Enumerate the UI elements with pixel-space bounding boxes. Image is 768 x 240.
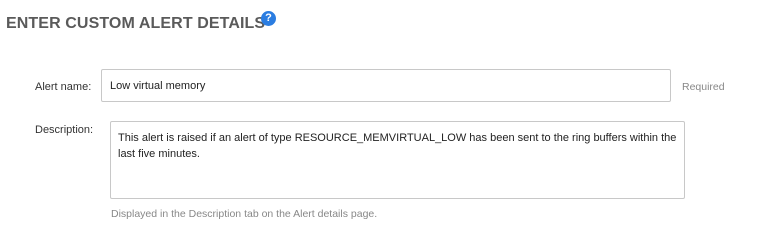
alert-name-input[interactable] bbox=[101, 69, 671, 102]
required-note: Required bbox=[682, 81, 725, 93]
alert-name-label: Alert name: bbox=[35, 81, 92, 93]
custom-alert-form: ENTER CUSTOM ALERT DETAILS ? Alert name:… bbox=[0, 0, 768, 240]
help-icon[interactable]: ? bbox=[261, 11, 276, 26]
description-label: Description: bbox=[35, 124, 94, 136]
form-header: ENTER CUSTOM ALERT DETAILS ? bbox=[6, 11, 276, 33]
page-title: ENTER CUSTOM ALERT DETAILS bbox=[6, 15, 266, 32]
description-help-text: Displayed in the Description tab on the … bbox=[111, 208, 378, 220]
description-textarea[interactable]: This alert is raised if an alert of type… bbox=[110, 121, 685, 199]
